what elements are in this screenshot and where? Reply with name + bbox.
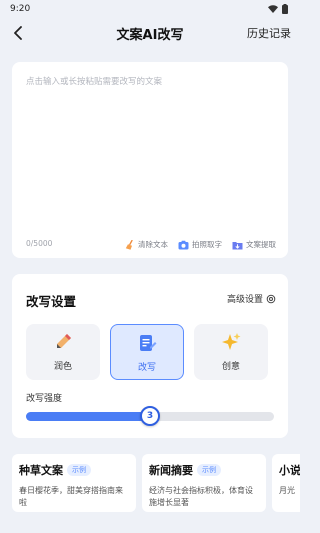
history-button[interactable]: 历史记录 bbox=[247, 25, 291, 41]
intensity-label: 改写强度 bbox=[26, 394, 63, 404]
slider-fill bbox=[26, 412, 150, 421]
example-title: 小说 bbox=[279, 464, 300, 477]
broom-icon bbox=[125, 239, 133, 250]
mode-rewrite-label: 改写 bbox=[137, 363, 156, 373]
example-card[interactable]: 小说 月光 bbox=[272, 454, 300, 512]
status-icons bbox=[268, 4, 288, 14]
mode-rewrite[interactable]: 改写 bbox=[110, 324, 184, 380]
settings-title: 改写设置 bbox=[26, 294, 77, 309]
mode-creative-label: 创意 bbox=[221, 362, 240, 372]
intensity-slider[interactable]: 3 bbox=[26, 406, 274, 426]
back-button[interactable] bbox=[8, 23, 28, 43]
example-title: 新闻摘要 bbox=[149, 464, 193, 477]
advanced-settings-button[interactable]: 高级设置 bbox=[227, 292, 276, 305]
example-desc: 春日樱花季，甜美穿搭指南来啦 bbox=[19, 486, 123, 507]
example-badge: 示例 bbox=[197, 464, 221, 476]
nav-bar: 文案AI改写 历史记录 bbox=[0, 18, 300, 48]
example-title: 种草文案 bbox=[19, 464, 63, 477]
camera-icon bbox=[178, 240, 189, 249]
example-desc: 经济与社会指标积极，体育设施增长显著 bbox=[149, 486, 253, 507]
example-card[interactable]: 种草文案 示例 春日樱花季，甜美穿搭指南来啦 bbox=[12, 454, 136, 512]
example-badge: 示例 bbox=[67, 464, 91, 476]
settings-icon bbox=[266, 294, 276, 303]
sparkle-icon bbox=[222, 333, 241, 350]
chevron-left-icon bbox=[14, 26, 22, 40]
editor-card[interactable]: 点击输入或长按粘贴需要改写的文案 0/5000 清除文本 拍照取字 文案提取 bbox=[12, 62, 288, 258]
photo-ocr-label: 拍照取字 bbox=[192, 240, 222, 249]
mode-polish[interactable]: 润色 bbox=[26, 324, 100, 380]
advanced-settings-label: 高级设置 bbox=[226, 295, 263, 305]
extract-text-label: 文案提取 bbox=[246, 240, 276, 249]
mode-polish-label: 润色 bbox=[53, 362, 72, 372]
wifi-icon bbox=[268, 5, 278, 13]
clear-text-button[interactable]: 清除文本 bbox=[125, 239, 168, 250]
char-count: 0/5000 bbox=[26, 239, 53, 248]
document-edit-icon bbox=[140, 335, 157, 351]
battery-icon bbox=[282, 4, 288, 14]
extract-text-button[interactable]: 文案提取 bbox=[232, 239, 276, 250]
editor-tools: 清除文本 拍照取字 文案提取 bbox=[125, 239, 276, 250]
settings-card: 改写设置 高级设置 润色 改写 创意 改写强度 3 bbox=[12, 274, 288, 438]
mode-creative[interactable]: 创意 bbox=[194, 324, 268, 380]
slider-thumb[interactable]: 3 bbox=[140, 406, 160, 426]
text-input[interactable]: 点击输入或长按粘贴需要改写的文案 bbox=[26, 76, 274, 88]
pencil-icon bbox=[57, 334, 71, 348]
extract-icon bbox=[232, 241, 243, 249]
page-title: 文案AI改写 bbox=[116, 27, 184, 43]
status-bar: 9:20 bbox=[0, 0, 300, 18]
photo-ocr-button[interactable]: 拍照取字 bbox=[178, 239, 222, 250]
status-time: 9:20 bbox=[10, 4, 31, 14]
example-desc: 月光 bbox=[279, 486, 295, 495]
example-card[interactable]: 新闻摘要 示例 经济与社会指标积极，体育设施增长显著 bbox=[142, 454, 266, 512]
clear-text-label: 清除文本 bbox=[138, 240, 168, 249]
